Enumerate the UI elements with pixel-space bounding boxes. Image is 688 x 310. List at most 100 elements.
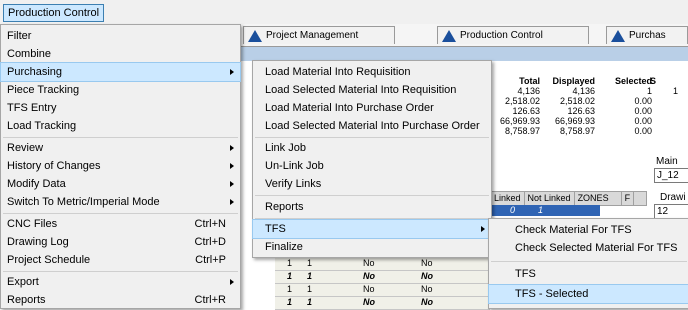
grid-cell: 1	[307, 271, 313, 281]
selected-grid-row[interactable]: 0 1	[490, 205, 600, 216]
menu-item-cnc-files[interactable]: CNC Files Ctrl+N	[1, 215, 240, 233]
menu-separator	[255, 195, 489, 196]
grid-cell: No	[421, 284, 433, 294]
stat-cell: 1	[672, 86, 678, 96]
menu-item-modify-data[interactable]: Modify Data	[1, 175, 240, 193]
menu-bar: Production Control	[0, 0, 688, 25]
menu-item-tfs-entry[interactable]: TFS Entry	[1, 99, 240, 117]
menu-item-purchasing[interactable]: Purchasing	[0, 62, 241, 82]
column-header[interactable]: F	[622, 192, 635, 205]
grid-cell: No	[363, 284, 375, 294]
menu-separator	[491, 261, 687, 262]
menu-item-load-material-into-requisition[interactable]: Load Material Into Requisition	[253, 63, 491, 81]
menu-item-filter[interactable]: Filter	[1, 27, 240, 45]
menu-item-review[interactable]: Review	[1, 139, 240, 157]
stat-cell: 0.00	[634, 116, 652, 126]
app-logo-icon	[248, 30, 262, 42]
stat-cell: 0.00	[634, 96, 652, 106]
menu-item-verify-links[interactable]: Verify Links	[253, 175, 491, 193]
grid-cell: 1	[287, 258, 293, 268]
menu-item-drawing-log[interactable]: Drawing Log Ctrl+D	[1, 233, 240, 251]
stat-cell: 126.63	[567, 106, 595, 116]
menu-separator	[255, 218, 489, 219]
stat-cell: 66,969.93	[499, 116, 540, 126]
menu-item-reports[interactable]: Reports Ctrl+R	[1, 291, 240, 309]
menu-item-project-schedule[interactable]: Project Schedule Ctrl+P	[1, 251, 240, 269]
stats-header: Selected	[614, 76, 652, 86]
menu-item-export[interactable]: Export	[1, 273, 240, 291]
table-row[interactable]: 1 1 No No	[275, 297, 490, 310]
stats-header: Displayed	[552, 76, 595, 86]
menu-separator	[3, 137, 238, 138]
menu-separator	[3, 271, 238, 272]
grid-cell: 1	[538, 205, 544, 215]
stat-cell: 8,758.97	[559, 126, 595, 136]
grid-cell: 1	[307, 284, 313, 294]
submenu-arrow-icon	[230, 163, 234, 169]
menu-separator	[3, 213, 238, 214]
tab-project-management[interactable]: Project Management	[243, 26, 395, 44]
grid-cell: 0	[510, 205, 516, 215]
grid-cell: 1	[307, 297, 313, 307]
menu-item-history-of-changes[interactable]: History of Changes	[1, 157, 240, 175]
stat-cell: 8,758.97	[504, 126, 540, 136]
menu-item-switch-units[interactable]: Switch To Metric/Imperial Mode	[1, 193, 240, 211]
menu-item-check-selected-material-for-tfs[interactable]: Check Selected Material For TFS	[489, 239, 688, 257]
menu-item-load-tracking[interactable]: Load Tracking	[1, 117, 240, 135]
menu-item-finalize[interactable]: Finalize	[253, 238, 491, 256]
menu-item-link-job[interactable]: Link Job	[253, 139, 491, 157]
column-header[interactable]: Not Linked	[525, 192, 575, 205]
grid-cell: No	[363, 258, 375, 268]
table-row[interactable]: 1 1 No No	[275, 284, 490, 297]
menu-item-load-material-into-purchase-order[interactable]: Load Material Into Purchase Order	[253, 99, 491, 117]
app-logo-icon	[611, 30, 625, 42]
menu-item-un-link-job[interactable]: Un-Link Job	[253, 157, 491, 175]
menu-item-load-selected-material-into-requisition[interactable]: Load Selected Material Into Requisition	[253, 81, 491, 99]
stat-cell: 4,136	[572, 86, 595, 96]
grid-cell: No	[363, 297, 375, 307]
stats-header: S	[650, 76, 657, 86]
stat-cell: 66,969.93	[554, 116, 595, 126]
table-row[interactable]: 1 1 No No	[275, 271, 490, 284]
main-mark-field[interactable]: J_12	[654, 168, 688, 183]
grid-header: Linked Not Linked ZONES F	[490, 191, 647, 206]
submenu-arrow-icon	[481, 226, 485, 232]
column-header[interactable]: ZONES	[575, 192, 622, 205]
stat-cell: 2,518.02	[559, 96, 595, 106]
menu-item-combine[interactable]: Combine	[1, 45, 240, 63]
data-grid: 1 1 No No 1 1 No No 1 1 No No 1 1 No No	[275, 258, 490, 310]
submenu-arrow-icon	[230, 69, 234, 75]
menu-item-tfs[interactable]: TFS	[489, 265, 688, 283]
drawing-field[interactable]: 12	[654, 204, 688, 219]
stat-cell: 4,136	[517, 86, 540, 96]
grid-cell: No	[363, 271, 375, 281]
tab-production-control[interactable]: Production Control	[437, 26, 589, 44]
grid-cell: No	[421, 297, 433, 307]
tab-purchasing[interactable]: Purchas	[606, 26, 688, 44]
menu-item-check-material-for-tfs[interactable]: Check Material For TFS	[489, 221, 688, 239]
menu-item-tfs[interactable]: TFS	[252, 219, 492, 239]
stat-cell: 0.00	[634, 106, 652, 116]
tfs-submenu: Check Material For TFS Check Selected Ma…	[488, 218, 688, 309]
table-row[interactable]: 1 1 No No	[275, 258, 490, 271]
submenu-arrow-icon	[230, 145, 234, 151]
grid-cell: No	[421, 271, 433, 281]
stat-cell: 126.63	[512, 106, 540, 116]
tab-label: Purchas	[629, 30, 666, 41]
menu-item-reports[interactable]: Reports	[253, 198, 491, 216]
title-strip	[240, 47, 688, 61]
production-control-menu[interactable]: Production Control	[3, 4, 105, 22]
grid-cell: 1	[287, 297, 293, 307]
menu-separator	[255, 137, 489, 138]
drawing-label: Drawi	[660, 192, 686, 203]
purchasing-submenu: Load Material Into Requisition Load Sele…	[252, 60, 492, 258]
stat-cell: 0.00	[634, 126, 652, 136]
column-header[interactable]: Linked	[491, 192, 525, 205]
grid-cell: 1	[287, 284, 293, 294]
submenu-arrow-icon	[230, 181, 234, 187]
grid-cell: 1	[287, 271, 293, 281]
submenu-arrow-icon	[230, 199, 234, 205]
menu-item-piece-tracking[interactable]: Piece Tracking	[1, 81, 240, 99]
menu-item-load-selected-material-into-purchase-order[interactable]: Load Selected Material Into Purchase Ord…	[253, 117, 491, 135]
menu-item-tfs-selected[interactable]: TFS - Selected	[488, 284, 688, 304]
